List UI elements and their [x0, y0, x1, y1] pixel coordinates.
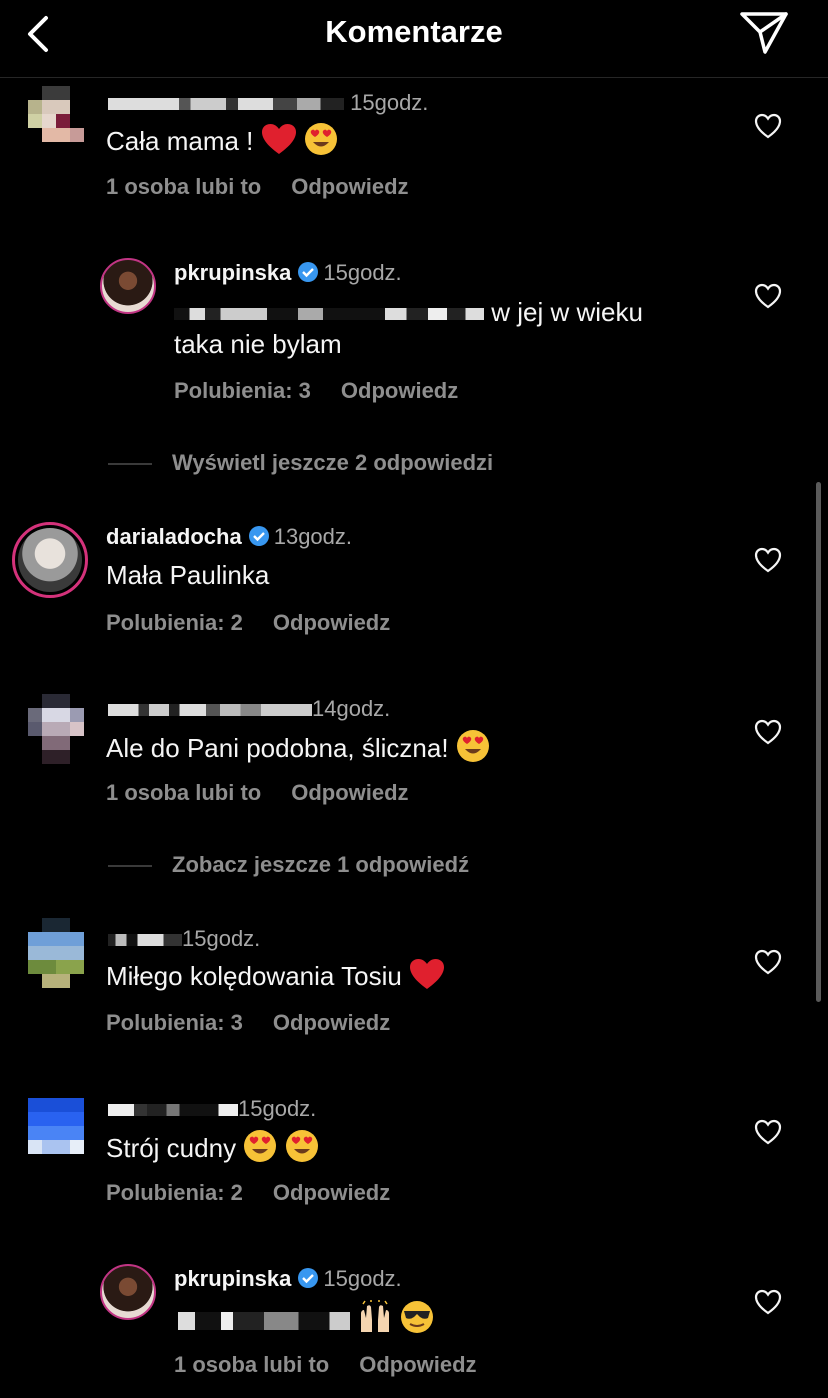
reply-button[interactable]: Odpowiedz — [273, 1180, 390, 1206]
avatar[interactable] — [12, 522, 88, 598]
like-heart-icon[interactable] — [754, 719, 782, 745]
red-heart-emoji — [261, 124, 296, 154]
red-heart-emoji — [410, 959, 445, 989]
reply-button[interactable]: Odpowiedz — [273, 1010, 390, 1036]
heart-eyes-emoji — [285, 1130, 318, 1162]
verified-badge-icon — [298, 1268, 319, 1288]
page-title: Komentarze — [325, 14, 503, 49]
avatar[interactable] — [28, 918, 84, 988]
comment-time: 15godz. — [238, 1096, 317, 1121]
comment-time: 15godz. — [323, 260, 402, 285]
reply-button[interactable]: Odpowiedz — [291, 174, 408, 200]
comment-time: 15godz. — [182, 926, 261, 951]
reply-button[interactable]: Odpowiedz — [273, 610, 390, 636]
like-heart-icon[interactable] — [754, 283, 782, 309]
view-more-replies[interactable]: Zobacz jeszcze 1 odpowiedź — [172, 852, 469, 877]
divider-line — [108, 865, 152, 868]
avatar[interactable] — [28, 1098, 84, 1156]
comment-text: Cała mama ! — [106, 126, 254, 156]
likes-count[interactable]: 1 osoba lubi to — [106, 174, 261, 200]
likes-count[interactable]: 1 osoba lubi to — [106, 780, 261, 806]
comment-text: Strój cudny — [106, 1133, 237, 1163]
reply-button[interactable]: Odpowiedz — [341, 378, 458, 404]
likes-count[interactable]: 1 osoba lubi to — [174, 1352, 329, 1378]
blurred-mention — [174, 308, 484, 321]
like-heart-icon[interactable] — [754, 113, 782, 139]
likes-count[interactable]: Polubienia: 2 — [106, 610, 243, 636]
reply-button[interactable]: Odpowiedz — [359, 1352, 476, 1378]
raising-hands-emoji — [361, 1300, 390, 1332]
blurred-username[interactable] — [108, 704, 312, 717]
blurred-mention — [178, 1312, 350, 1331]
heart-eyes-emoji — [456, 730, 489, 762]
likes-count[interactable]: Polubienia: 3 — [174, 378, 311, 404]
comment-text-line-2: taka nie bylam — [174, 329, 342, 359]
comment-time: 15godz. — [350, 90, 429, 115]
avatar[interactable] — [100, 1264, 156, 1320]
comment-username[interactable]: darialadocha — [106, 524, 242, 549]
reply-button[interactable]: Odpowiedz — [291, 780, 408, 806]
avatar[interactable] — [28, 694, 84, 764]
blurred-username[interactable] — [108, 98, 344, 111]
verified-badge-icon — [298, 262, 319, 282]
scrollbar[interactable] — [816, 482, 821, 1002]
comment-time: 14godz. — [312, 696, 391, 721]
comment-text: Miłego kolędowania Tosiu — [106, 961, 402, 991]
heart-eyes-emoji — [244, 1130, 277, 1162]
likes-count[interactable]: Polubienia: 2 — [106, 1180, 243, 1206]
comment-text: Mała Paulinka — [106, 560, 270, 590]
verified-badge-icon — [248, 526, 269, 546]
like-heart-icon[interactable] — [754, 1119, 782, 1145]
comment-time: 15godz. — [323, 1266, 402, 1291]
comment-username[interactable]: pkrupinska — [174, 260, 291, 285]
likes-count[interactable]: Polubienia: 3 — [106, 1010, 243, 1036]
sunglasses-emoji — [401, 1301, 434, 1333]
like-heart-icon[interactable] — [754, 547, 782, 573]
blurred-username[interactable] — [108, 1104, 238, 1117]
header: Komentarze — [0, 0, 828, 78]
view-more-replies[interactable]: Wyświetl jeszcze 2 odpowiedzi — [172, 450, 493, 475]
like-heart-icon[interactable] — [754, 949, 782, 975]
comment-text: Ale do Pani podobna, śliczna! — [106, 733, 449, 763]
like-heart-icon[interactable] — [754, 1289, 782, 1315]
blurred-username[interactable] — [108, 934, 182, 947]
paper-plane-icon[interactable] — [738, 10, 790, 56]
comment-time: 13godz. — [273, 524, 353, 549]
divider-line — [108, 463, 152, 466]
comment-username[interactable]: pkrupinska — [174, 1266, 291, 1291]
heart-eyes-emoji — [304, 123, 337, 155]
avatar[interactable] — [100, 258, 156, 314]
comment-text: w jej w wieku — [491, 297, 643, 327]
avatar[interactable] — [28, 86, 84, 154]
